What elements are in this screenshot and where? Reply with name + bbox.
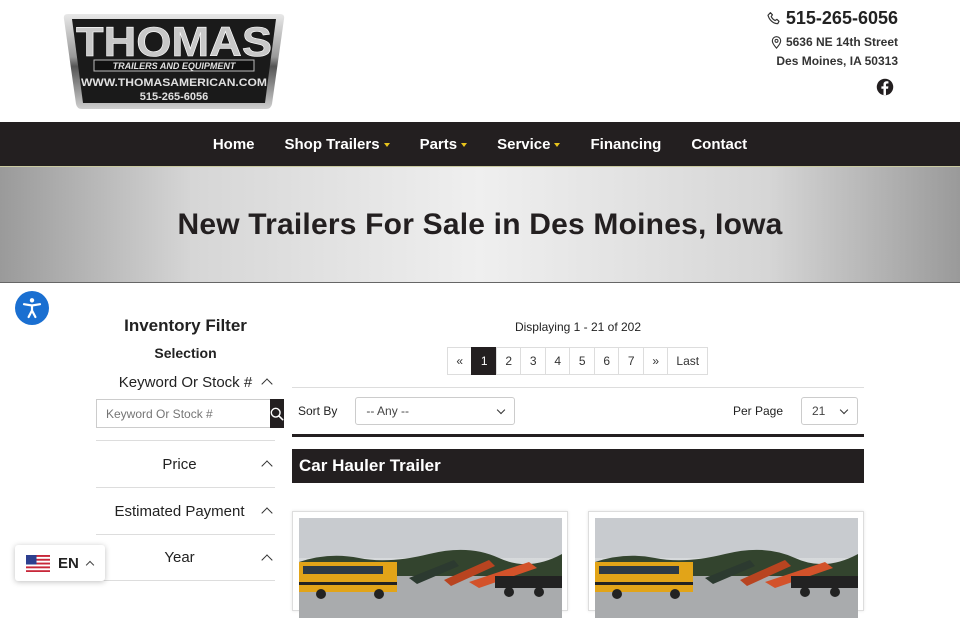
sort-select-value: -- Any -- bbox=[366, 404, 410, 418]
header-phone-link[interactable]: 515-265-6056 bbox=[766, 8, 898, 29]
nav-financing[interactable]: Financing bbox=[590, 136, 661, 153]
keyword-search-button[interactable] bbox=[270, 399, 284, 428]
nav-label: Contact bbox=[691, 135, 748, 153]
svg-text:515-265-6056: 515-265-6056 bbox=[140, 91, 209, 103]
site-header: THOMAS TRAILERS AND EQUIPMENT WWW.THOMAS… bbox=[0, 0, 960, 122]
accessibility-icon bbox=[22, 298, 42, 319]
phone-number: 515-265-6056 bbox=[785, 8, 898, 28]
page-title: New Trailers For Sale in Des Moines, Iow… bbox=[177, 207, 783, 241]
filter-subtitle: Selection bbox=[154, 345, 217, 361]
nav-shop-trailers[interactable]: Shop Trailers bbox=[285, 136, 390, 153]
caret-down-icon bbox=[461, 142, 468, 147]
sort-bar: Sort By -- Any -- Per Page 21 bbox=[292, 387, 864, 437]
pagination: « 1 2 3 4 5 6 7 » Last bbox=[292, 347, 864, 375]
map-pin-icon bbox=[771, 35, 782, 49]
address-line1[interactable]: 5636 NE 14th Street bbox=[766, 35, 898, 49]
filter-section-label: Year bbox=[164, 549, 195, 566]
page-next-button[interactable]: » bbox=[642, 347, 669, 375]
results-count: Displaying 1 - 21 of 202 bbox=[514, 320, 642, 334]
trailer-photo-image bbox=[299, 518, 562, 618]
page-prev-button[interactable]: « bbox=[446, 347, 473, 375]
chevron-up-icon bbox=[85, 560, 95, 569]
chevron-up-icon bbox=[261, 507, 273, 519]
page-7-button[interactable]: 7 bbox=[618, 347, 644, 375]
inventory-card[interactable] bbox=[588, 511, 864, 618]
nav-contact[interactable]: Contact bbox=[691, 136, 747, 153]
nav-parts[interactable]: Parts bbox=[420, 136, 468, 153]
filter-section-year[interactable]: Year bbox=[96, 534, 275, 581]
per-page-select[interactable]: 21 bbox=[801, 397, 858, 425]
contact-block: 515-265-6056 5636 NE 14th Street Des Moi… bbox=[766, 8, 898, 68]
phone-icon bbox=[767, 11, 780, 24]
inventory-card[interactable] bbox=[292, 511, 568, 618]
thomas-logo[interactable]: THOMAS TRAILERS AND EQUIPMENT WWW.THOMAS… bbox=[62, 12, 286, 110]
inventory-filter-sidebar: Inventory Filter Selection Keyword Or St… bbox=[96, 316, 284, 581]
hero-banner: New Trailers For Sale in Des Moines, Iow… bbox=[0, 167, 960, 283]
sort-select[interactable]: -- Any -- bbox=[355, 397, 516, 425]
nav-label: Financing bbox=[590, 135, 662, 153]
chevron-up-icon bbox=[261, 553, 273, 566]
nav-label: Home bbox=[212, 135, 255, 153]
main-nav: Home Shop Trailers Parts Service Financi… bbox=[0, 122, 960, 167]
svg-text:TRAILERS AND EQUIPMENT: TRAILERS AND EQUIPMENT bbox=[113, 61, 237, 71]
page-5-button[interactable]: 5 bbox=[569, 347, 595, 375]
language-switcher[interactable]: EN bbox=[15, 545, 105, 581]
nav-home[interactable]: Home bbox=[213, 136, 255, 153]
page-4-button[interactable]: 4 bbox=[544, 347, 571, 375]
page-3-button[interactable]: 3 bbox=[520, 347, 546, 375]
inventory-results: Displaying 1 - 21 of 202 « 1 2 3 4 5 6 7… bbox=[292, 316, 864, 618]
page-1-button[interactable]: 1 bbox=[471, 347, 497, 375]
page-6-button[interactable]: 6 bbox=[593, 347, 620, 375]
page-2-button[interactable]: 2 bbox=[495, 347, 522, 375]
chevron-down-icon bbox=[497, 405, 506, 414]
accessibility-button[interactable] bbox=[15, 291, 49, 325]
filter-section-label: Estimated Payment bbox=[114, 502, 245, 520]
nav-label: Service bbox=[497, 135, 551, 153]
chevron-up-icon bbox=[261, 460, 273, 472]
category-heading: Car Hauler Trailer bbox=[292, 449, 864, 483]
us-flag-icon bbox=[26, 554, 50, 572]
search-icon bbox=[270, 407, 284, 420]
trailer-photo[interactable] bbox=[299, 518, 562, 618]
page-last-button[interactable]: Last bbox=[667, 347, 709, 375]
keyword-search-input[interactable] bbox=[96, 399, 270, 428]
sort-by-label: Sort By bbox=[298, 404, 338, 418]
chevron-up-icon bbox=[261, 378, 273, 390]
facebook-icon[interactable] bbox=[876, 78, 894, 96]
trailer-photo[interactable] bbox=[595, 518, 858, 618]
filter-section-estimated-payment[interactable]: Estimated Payment bbox=[96, 487, 275, 534]
caret-down-icon bbox=[554, 142, 561, 147]
nav-service[interactable]: Service bbox=[497, 135, 561, 153]
per-page-label: Per Page bbox=[732, 404, 783, 418]
keyword-filter-label: Keyword Or Stock # bbox=[118, 373, 253, 391]
keyword-filter-toggle[interactable]: Keyword Or Stock # bbox=[96, 371, 275, 393]
address-city[interactable]: Des Moines, IA 50313 bbox=[766, 54, 898, 68]
language-code: EN bbox=[58, 554, 79, 572]
filter-section-label: Price bbox=[162, 455, 197, 473]
svg-text:WWW.THOMASAMERICAN.COM: WWW.THOMASAMERICAN.COM bbox=[81, 77, 267, 89]
caret-down-icon bbox=[383, 142, 390, 147]
per-page-value: 21 bbox=[812, 404, 826, 418]
nav-label: Parts bbox=[419, 135, 458, 153]
address-street: 5636 NE 14th Street bbox=[785, 35, 898, 49]
nav-label: Shop Trailers bbox=[284, 135, 380, 153]
filter-title: Inventory Filter bbox=[124, 316, 247, 335]
svg-text:THOMAS: THOMAS bbox=[76, 18, 272, 65]
trailer-photo-image bbox=[595, 518, 858, 618]
chevron-down-icon bbox=[839, 405, 849, 414]
filter-section-price[interactable]: Price bbox=[96, 440, 275, 487]
